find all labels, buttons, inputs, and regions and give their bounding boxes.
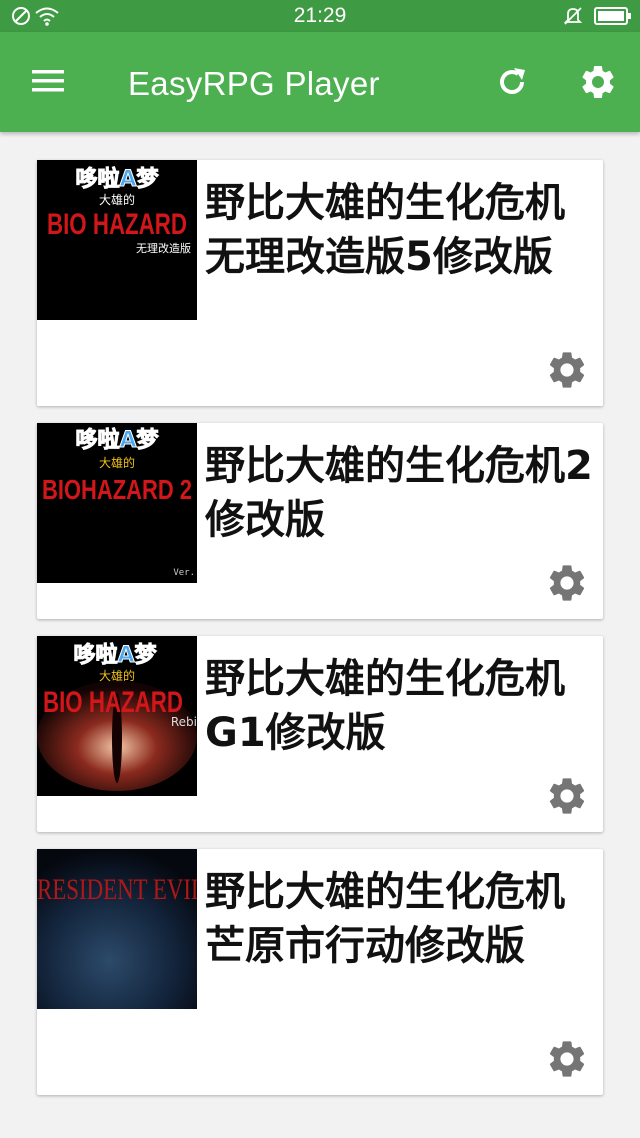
settings-gear-icon[interactable] bbox=[578, 62, 618, 102]
game-list: 哆啦A梦 大雄的 BIO HAZARD 无理改造版 野比大雄的生化危机无理改造版… bbox=[37, 160, 603, 1112]
game-settings-gear-icon[interactable] bbox=[545, 561, 589, 605]
thumb-caption: Rebi bbox=[171, 715, 197, 729]
muted-bell-icon bbox=[563, 7, 583, 25]
thumb-top-text: 哆啦A梦 bbox=[75, 427, 159, 453]
game-card[interactable]: 哆啦A梦 大雄的 BIO HAZARD 无理改造版 野比大雄的生化危机无理改造版… bbox=[37, 160, 603, 406]
game-title: 野比大雄的生化危机无理改造版5修改版 bbox=[205, 180, 565, 280]
game-thumbnail: RESIDENT EVIL bbox=[37, 849, 197, 1009]
menu-icon[interactable] bbox=[30, 66, 66, 96]
refresh-icon[interactable] bbox=[494, 64, 530, 100]
game-card[interactable]: 哆啦A梦 大雄的 BIO HAZARD Rebi 野比大雄的生化危机G1修改版 bbox=[37, 636, 603, 832]
game-thumbnail: 哆啦A梦 大雄的 BIOHAZARD 2 Ver. bbox=[37, 423, 197, 583]
thumb-sub-text: 大雄的 bbox=[99, 455, 135, 470]
thumb-sub-text: 大雄的 bbox=[99, 668, 135, 683]
game-thumbnail: 哆啦A梦 大雄的 BIO HAZARD Rebi bbox=[37, 636, 197, 796]
thumb-caption: 无理改造版 bbox=[136, 241, 191, 255]
app-bar: EasyRPG Player bbox=[0, 32, 640, 132]
game-settings-gear-icon[interactable] bbox=[545, 1037, 589, 1081]
thumb-caption: Ver. bbox=[173, 568, 195, 578]
battery-icon bbox=[594, 7, 631, 25]
game-title: 野比大雄的生化危机芒原市行动修改版 bbox=[205, 869, 565, 969]
game-card[interactable]: 哆啦A梦 大雄的 BIOHAZARD 2 Ver. 野比大雄的生化危机2修改版 bbox=[37, 423, 603, 619]
game-settings-gear-icon[interactable] bbox=[545, 348, 589, 392]
status-time: 21:29 bbox=[293, 4, 347, 27]
thumb-main-text: RESIDENT EVIL bbox=[37, 873, 197, 906]
thumb-main-text: BIOHAZARD 2 bbox=[42, 474, 192, 505]
game-title: 野比大雄的生化危机2修改版 bbox=[205, 443, 593, 543]
game-thumbnail: 哆啦A梦 大雄的 BIO HAZARD 无理改造版 bbox=[37, 160, 197, 320]
game-card[interactable]: RESIDENT EVIL 野比大雄的生化危机芒原市行动修改版 bbox=[37, 849, 603, 1095]
app-title: EasyRPG Player bbox=[128, 65, 380, 102]
game-title: 野比大雄的生化危机G1修改版 bbox=[205, 656, 565, 756]
thumb-top-text: 哆啦A梦 bbox=[73, 642, 157, 668]
thumb-main-text: BIO HAZARD bbox=[47, 208, 187, 241]
thumb-top-text: 哆啦A梦 bbox=[75, 166, 159, 192]
status-bar: 21:29 bbox=[0, 0, 640, 32]
thumb-main-text: BIO HAZARD bbox=[43, 686, 183, 719]
game-settings-gear-icon[interactable] bbox=[545, 774, 589, 818]
thumb-sub-text: 大雄的 bbox=[99, 192, 135, 207]
